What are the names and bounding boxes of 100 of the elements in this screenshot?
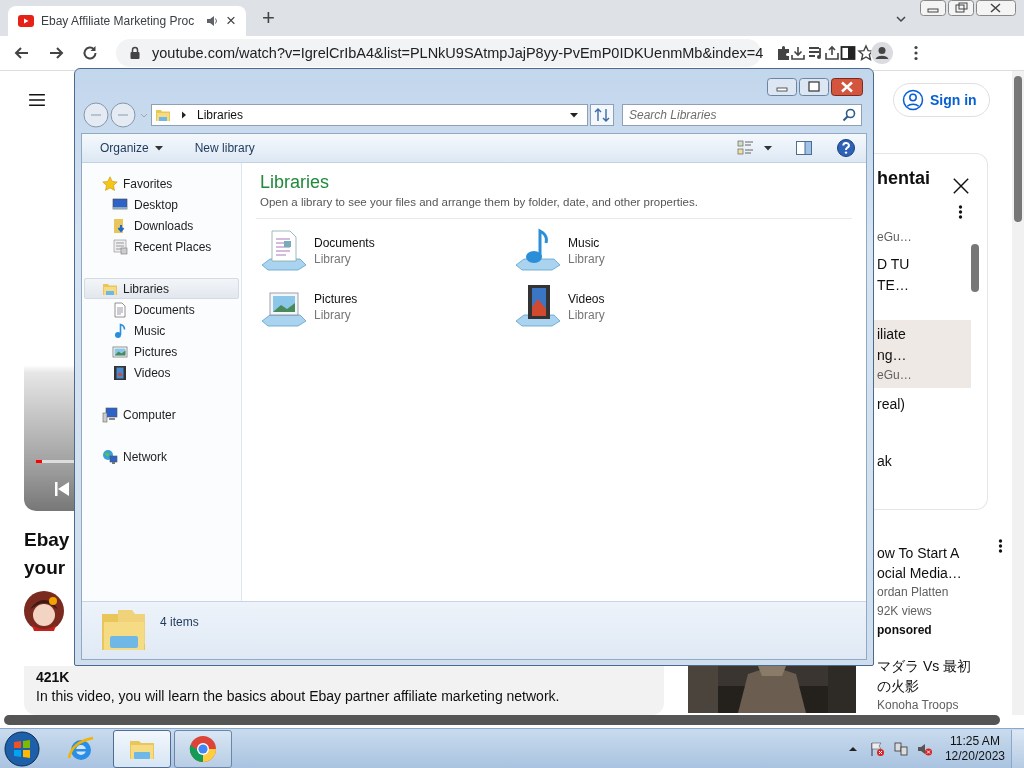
more-options-icon[interactable] [958,203,963,220]
close-icon[interactable] [952,176,970,195]
video-title: ng… [877,345,908,365]
search-field[interactable]: Search Libraries [622,104,862,126]
status-text: 4 items [160,615,200,629]
videos-icon [112,364,128,381]
nav-item[interactable]: Libraries [84,278,239,299]
pictures-icon [112,343,128,360]
sign-in-button[interactable]: Sign in [893,83,990,117]
playlist-item[interactable]: iliate ng… eGu… [874,319,971,388]
playlist-item[interactable]: eGu… [877,225,971,248]
nav-item[interactable]: Downloads [82,215,241,236]
video-title: iliate [877,324,907,344]
search-icon[interactable] [842,108,856,122]
lock-icon [128,46,142,60]
minimize-icon[interactable] [920,0,946,16]
recent-icon [112,238,128,255]
video-title: your [24,556,67,580]
library-type: Library [568,307,605,323]
caret-icon [154,144,163,152]
heading: Libraries [260,171,331,193]
preview-pane-icon[interactable] [794,138,814,158]
nav-item[interactable]: Pictures [82,341,241,362]
address-field[interactable]: Libraries [151,104,588,126]
nav-item[interactable]: Computer [82,404,241,425]
maximize-icon[interactable] [948,0,974,16]
library-icon [155,107,171,123]
share-icon[interactable] [823,44,842,62]
network-icon [102,448,118,465]
channel-name[interactable]: ordan Platten [877,583,998,602]
close-button[interactable] [831,77,863,96]
video-title[interactable]: ocial Media… [877,563,998,583]
video-logo-icon [18,13,34,29]
library-item[interactable]: Music Library [514,227,768,275]
close-icon[interactable] [976,0,1016,16]
minimize-button[interactable] [767,77,797,96]
skip-previous-icon[interactable] [54,481,70,497]
clock-date: 12/20/2023 [944,748,1005,764]
video-title: TE… [877,275,910,295]
video-title[interactable]: の火影 [877,676,1003,696]
toolbar-button[interactable]: New library [186,138,263,158]
playlist-item[interactable]: real) [877,391,971,417]
start-button[interactable] [4,730,40,767]
nav-item[interactable]: Favorites [82,173,241,194]
description-box[interactable]: 421K In this video, you will learn the basics about Ebay partner affiliate marketing network. [24,666,664,715]
menu-icon[interactable] [28,93,46,107]
scrollbar-thumb[interactable] [1014,76,1022,222]
network-icon[interactable] [892,740,909,757]
chrome-icon [188,733,218,764]
star-icon [102,175,118,192]
channel-avatar[interactable] [24,591,64,631]
subtitle: Open a library to see your files and arrange them by folder, date, and other properties. [260,195,699,210]
caret-icon[interactable] [764,144,772,152]
video-title[interactable]: ow To Start A [877,543,998,563]
playlist-item[interactable]: ak [877,448,971,474]
documents-icon [112,301,128,318]
help-icon[interactable] [836,138,856,158]
nav-item[interactable]: Music [82,320,241,341]
speaker-icon [205,14,220,28]
nav-item[interactable]: Recent Places [82,236,241,257]
new-tab-button[interactable]: + [262,5,275,31]
horizontal-scrollbar[interactable] [4,715,1000,725]
channel-name[interactable]: Konoha Troops [877,696,1003,715]
nav-item[interactable]: Desktop [82,194,241,215]
more-options-icon[interactable] [998,538,1003,554]
video-title: Ebay [24,528,70,552]
dropdown-arrow-icon[interactable] [570,111,578,119]
video-title: D TU [877,254,911,274]
computer-icon [102,406,118,423]
description-text: In this video, you will learn the basics about Ebay partner affiliate marketing network. [36,687,561,706]
library-item[interactable]: Documents Library [260,227,514,275]
music-icon [112,322,128,339]
playlist-item[interactable]: D TU TE… [877,251,971,298]
close-tab-button[interactable]: × [226,11,236,31]
clock[interactable]: 11:25 AM 12/20/2023 [944,733,1005,764]
maximize-button[interactable] [799,77,829,96]
sponsored-label: ponsored [877,622,933,639]
desktop-icon [112,196,128,213]
download-icon[interactable] [789,44,808,62]
browser-tab[interactable]: Ebay Affiliate Marketing Proc × [8,6,246,36]
library-item[interactable]: Videos Library [514,283,768,331]
toolbar-button[interactable]: Organize [92,138,171,158]
profile-icon[interactable] [871,42,893,64]
nav-item[interactable]: Videos [82,362,241,383]
flag-icon[interactable] [868,740,885,757]
view-count: 421K [36,668,71,686]
library-item[interactable]: Pictures Library [260,283,514,331]
clock-time: 11:25 AM [950,733,1000,749]
nav-item[interactable]: Documents [82,299,241,320]
nav-item[interactable]: Network [82,446,241,467]
video-title[interactable]: マダラ Vs 最初 [877,656,1003,676]
account-icon [902,88,924,111]
taskbar-app[interactable] [113,729,171,768]
refresh-button[interactable] [590,104,614,126]
taskbar-app[interactable] [174,729,232,768]
side-panel-icon[interactable] [839,44,857,62]
scrollbar-thumb[interactable] [971,243,979,292]
url-text: youtube.com/watch?v=IgrelCrIbA4&list=PLNkU9SAtmpJajP8yy-PvEmP0IDKUenmMb&index=4 [152,45,764,61]
channel-name: eGu… [877,366,913,384]
library-name: Music [568,235,601,251]
